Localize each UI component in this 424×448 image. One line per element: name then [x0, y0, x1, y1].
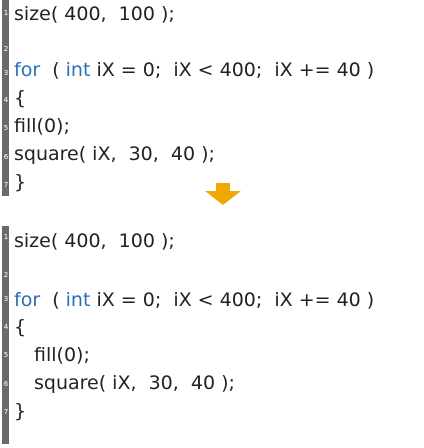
code-line: }: [14, 400, 27, 422]
line-number: 6: [3, 380, 9, 388]
code-line: {: [14, 87, 27, 109]
line-number: 5: [3, 124, 9, 132]
code-text: (: [40, 289, 66, 311]
code-line: for ( int iX = 0; iX < 400; iX += 40 ): [14, 288, 374, 312]
keyword: for: [14, 59, 41, 81]
code-line: fill(0);: [14, 115, 70, 137]
code-line: size( 400, 100 );: [14, 3, 175, 25]
code-line: square( iX, 30, 40 );: [34, 372, 235, 394]
keyword: int: [65, 289, 91, 311]
line-number: 6: [3, 153, 9, 161]
code-line: size( 400, 100 );: [14, 230, 175, 252]
code-line: fill(0);: [34, 344, 90, 366]
line-number: 2: [3, 45, 9, 53]
line-number: 1: [3, 9, 9, 17]
line-number: 4: [3, 323, 9, 331]
arrow-down-icon: [205, 183, 241, 205]
code-text: iX = 0; iX < 400; iX += 40 ): [90, 289, 375, 311]
keyword: for: [14, 289, 41, 311]
code-line: {: [14, 316, 27, 338]
line-number: 2: [3, 271, 9, 279]
line-number: 7: [3, 408, 9, 416]
line-number: 3: [3, 295, 9, 303]
code-text: (: [40, 59, 66, 81]
code-line: for ( int iX = 0; iX < 400; iX += 40 ): [14, 58, 374, 82]
line-number: 7: [3, 181, 9, 189]
line-number: 3: [3, 69, 9, 77]
code-text: iX = 0; iX < 400; iX += 40 ): [90, 59, 375, 81]
code-line: }: [14, 171, 27, 193]
keyword: int: [65, 59, 91, 81]
line-number: 5: [3, 351, 9, 359]
code-line: square( iX, 30, 40 );: [14, 143, 215, 165]
line-number: 1: [3, 233, 9, 241]
line-number: 4: [3, 96, 9, 104]
